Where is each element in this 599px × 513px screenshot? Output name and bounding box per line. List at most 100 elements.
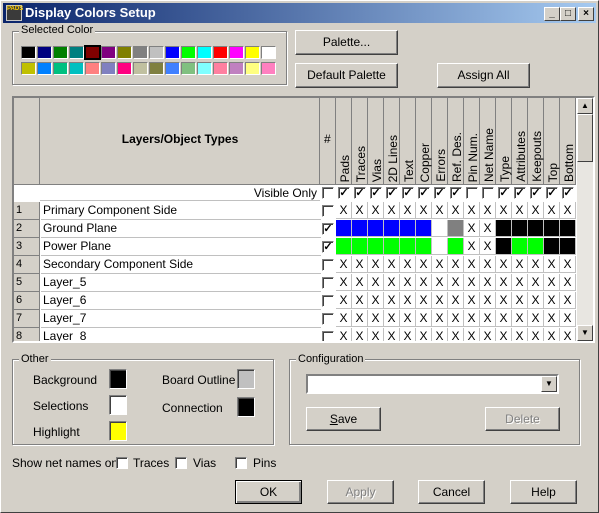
color-cell[interactable]: X [384, 328, 400, 341]
color-swatch[interactable] [261, 62, 276, 75]
color-cell[interactable]: X [464, 202, 480, 219]
color-swatch[interactable] [21, 46, 36, 59]
layer-name[interactable]: Layer_5 [41, 274, 321, 292]
color-cell[interactable]: X [560, 256, 576, 273]
color-cell[interactable]: X [416, 328, 432, 341]
color-cell[interactable]: X [352, 274, 368, 291]
column-visible-checkbox[interactable]: ✓ [418, 187, 430, 199]
color-cell[interactable]: X [384, 274, 400, 291]
color-cell[interactable]: X [400, 274, 416, 291]
color-cell[interactable]: X [432, 310, 448, 327]
color-cell[interactable] [544, 220, 560, 237]
color-cell[interactable]: X [528, 328, 544, 341]
color-swatch[interactable] [117, 46, 132, 59]
layer-name[interactable]: Power Plane [41, 238, 321, 256]
scroll-down-arrow-icon[interactable]: ▼ [577, 325, 593, 341]
color-cell[interactable]: X [416, 292, 432, 309]
column-header[interactable]: Net Name [480, 98, 496, 185]
title-bar[interactable]: PADS Display Colors Setup _ □ × [3, 3, 596, 23]
layer-visible-checkbox[interactable] [322, 331, 334, 341]
color-swatch[interactable] [149, 62, 164, 75]
color-cell[interactable]: X [512, 310, 528, 327]
color-cell[interactable]: X [560, 274, 576, 291]
column-header[interactable]: Bottom [560, 98, 576, 185]
color-cell[interactable] [448, 220, 464, 237]
color-cell[interactable] [336, 220, 352, 237]
color-cell[interactable]: X [528, 256, 544, 273]
color-cell[interactable]: X [352, 328, 368, 341]
close-button[interactable]: × [578, 7, 594, 21]
color-cell[interactable]: X [368, 202, 384, 219]
color-cell[interactable] [432, 238, 448, 255]
color-cell[interactable]: X [560, 292, 576, 309]
color-cell[interactable]: X [416, 256, 432, 273]
color-cell[interactable]: X [336, 256, 352, 273]
color-cell[interactable]: X [448, 310, 464, 327]
color-cell[interactable] [448, 238, 464, 255]
color-cell[interactable]: X [480, 274, 496, 291]
color-cell[interactable]: X [544, 274, 560, 291]
color-cell[interactable]: X [544, 256, 560, 273]
layer-visible-checkbox[interactable] [322, 295, 334, 307]
color-cell[interactable] [416, 238, 432, 255]
color-cell[interactable] [560, 238, 576, 255]
color-cell[interactable]: X [480, 202, 496, 219]
column-visible-checkbox[interactable]: ✓ [386, 187, 398, 199]
column-visible-checkbox[interactable]: ✓ [562, 187, 574, 199]
color-cell[interactable]: X [432, 274, 448, 291]
color-swatch[interactable] [165, 62, 180, 75]
column-header[interactable]: Errors [432, 98, 448, 185]
color-cell[interactable]: X [544, 292, 560, 309]
grid-vertical-scrollbar[interactable]: ▲ ▼ [577, 98, 593, 341]
apply-button[interactable]: Apply [327, 480, 394, 504]
color-cell[interactable]: X [400, 310, 416, 327]
color-cell[interactable] [528, 220, 544, 237]
color-swatch[interactable] [53, 62, 68, 75]
color-cell[interactable]: X [496, 256, 512, 273]
layer-visible-checkbox[interactable] [322, 259, 334, 271]
color-cell[interactable]: X [464, 238, 480, 255]
color-cell[interactable]: X [448, 328, 464, 341]
traces-checkbox[interactable] [116, 457, 128, 469]
color-cell[interactable]: X [480, 238, 496, 255]
scroll-up-arrow-icon[interactable]: ▲ [577, 98, 593, 114]
column-visible-checkbox[interactable]: ✓ [338, 187, 350, 199]
color-cell[interactable]: X [560, 328, 576, 341]
color-swatch[interactable] [84, 45, 101, 60]
color-swatch[interactable] [165, 46, 180, 59]
color-cell[interactable]: X [416, 274, 432, 291]
color-cell[interactable]: X [448, 292, 464, 309]
color-swatch[interactable] [133, 46, 148, 59]
color-cell[interactable]: X [416, 310, 432, 327]
color-cell[interactable] [384, 220, 400, 237]
column-visible-checkbox[interactable]: ✓ [450, 187, 462, 199]
chevron-down-icon[interactable]: ▼ [541, 376, 557, 392]
color-cell[interactable]: X [336, 292, 352, 309]
color-cell[interactable]: X [480, 328, 496, 341]
color-cell[interactable]: X [432, 202, 448, 219]
color-swatch[interactable] [69, 46, 84, 59]
color-cell[interactable]: X [560, 310, 576, 327]
color-cell[interactable]: X [528, 292, 544, 309]
color-cell[interactable]: X [512, 274, 528, 291]
color-cell[interactable] [432, 220, 448, 237]
column-header[interactable]: 2D Lines [384, 98, 400, 185]
color-cell[interactable] [368, 220, 384, 237]
color-cell[interactable]: X [336, 274, 352, 291]
color-cell[interactable]: X [352, 256, 368, 273]
color-cell[interactable]: X [464, 292, 480, 309]
layer-name[interactable]: Layer_8 [41, 328, 321, 341]
color-cell[interactable]: X [544, 310, 560, 327]
color-cell[interactable] [512, 220, 528, 237]
column-visible-checkbox[interactable]: ✓ [514, 187, 526, 199]
column-visible-checkbox[interactable]: ✓ [498, 187, 510, 199]
color-cell[interactable]: X [512, 328, 528, 341]
color-swatch[interactable] [69, 62, 84, 75]
layer-visible-checkbox[interactable]: ✓ [322, 223, 334, 235]
column-header[interactable]: Ref. Des. [448, 98, 464, 185]
color-cell[interactable]: X [416, 202, 432, 219]
color-cell[interactable]: X [384, 310, 400, 327]
color-swatch[interactable] [261, 46, 276, 59]
color-cell[interactable]: X [336, 310, 352, 327]
color-cell[interactable]: X [384, 256, 400, 273]
